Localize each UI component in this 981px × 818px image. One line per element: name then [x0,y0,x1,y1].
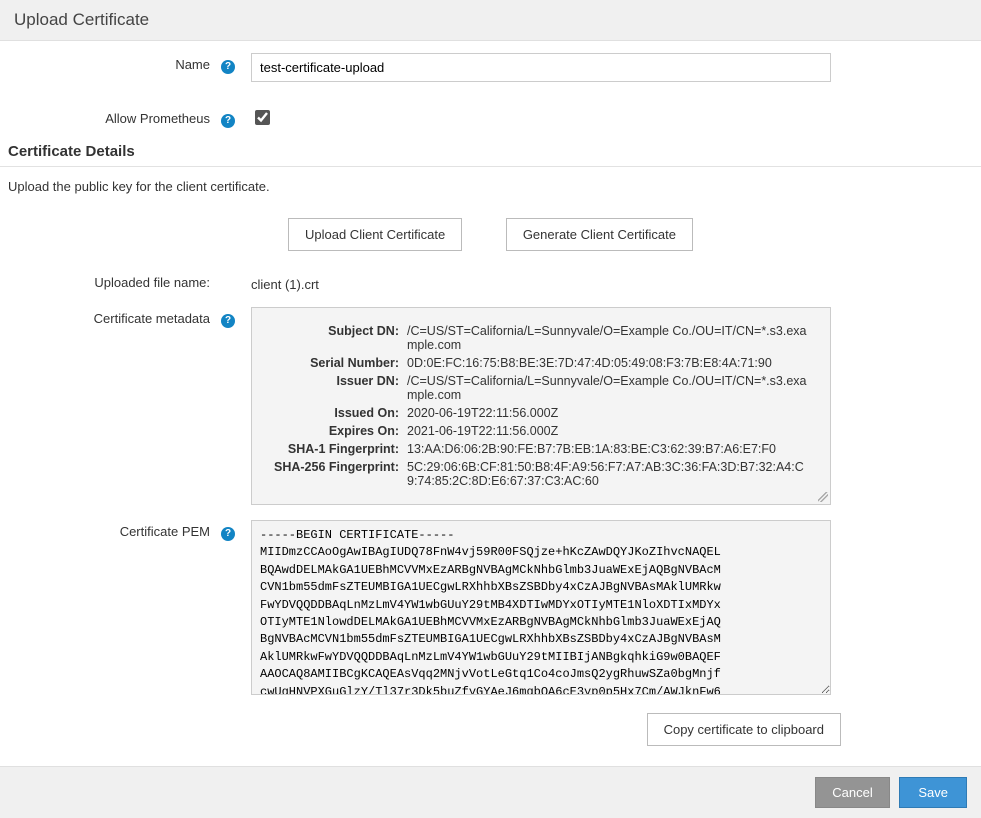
allow-prometheus-help-icon[interactable]: ? [221,114,235,128]
copy-certificate-button[interactable]: Copy certificate to clipboard [647,713,841,746]
issuer-dn-value: /C=US/ST=California/L=Sunnyvale/O=Exampl… [403,372,814,404]
certificate-pem-textarea[interactable] [251,520,831,695]
issued-on-value: 2020-06-19T22:11:56.000Z [403,404,814,422]
uploaded-file-name-label: Uploaded file name: [94,275,210,290]
expires-on-value: 2021-06-19T22:11:56.000Z [403,422,814,440]
sha1-fingerprint-value: 13:AA:D6:06:2B:90:FE:B7:7B:EB:1A:83:BE:C… [403,440,814,458]
certificate-metadata-label: Certificate metadata [94,311,210,326]
upload-client-certificate-button[interactable]: Upload Client Certificate [288,218,462,251]
save-button[interactable]: Save [899,777,967,808]
certificate-details-heading: Certificate Details [0,129,981,167]
subject-dn-label: Subject DN: [268,322,403,354]
issued-on-label: Issued On: [268,404,403,422]
name-input[interactable] [251,53,831,82]
certificate-metadata-box: Subject DN: /C=US/ST=California/L=Sunnyv… [251,307,831,505]
expires-on-label: Expires On: [268,422,403,440]
cancel-button[interactable]: Cancel [815,777,889,808]
certificate-pem-help-icon[interactable]: ? [221,527,235,541]
allow-prometheus-label: Allow Prometheus [105,111,210,126]
name-label: Name [175,57,210,72]
subject-dn-value: /C=US/ST=California/L=Sunnyvale/O=Exampl… [403,322,814,354]
serial-number-label: Serial Number: [268,354,403,372]
certificate-details-description: Upload the public key for the client cer… [0,167,981,200]
certificate-pem-label: Certificate PEM [120,524,210,539]
sha256-fingerprint-value: 5C:29:06:6B:CF:81:50:B8:4F:A9:56:F7:A7:A… [403,458,814,490]
page-title: Upload Certificate [0,0,981,41]
footer: Cancel Save [0,766,981,818]
certificate-metadata-help-icon[interactable]: ? [221,314,235,328]
name-help-icon[interactable]: ? [221,60,235,74]
generate-client-certificate-button[interactable]: Generate Client Certificate [506,218,693,251]
sha256-fingerprint-label: SHA-256 Fingerprint: [268,458,403,490]
allow-prometheus-checkbox[interactable] [255,110,270,125]
sha1-fingerprint-label: SHA-1 Fingerprint: [268,440,403,458]
serial-number-value: 0D:0E:FC:16:75:B8:BE:3E:7D:47:4D:05:49:0… [403,354,814,372]
issuer-dn-label: Issuer DN: [268,372,403,404]
uploaded-file-name-value: client (1).crt [251,271,319,292]
